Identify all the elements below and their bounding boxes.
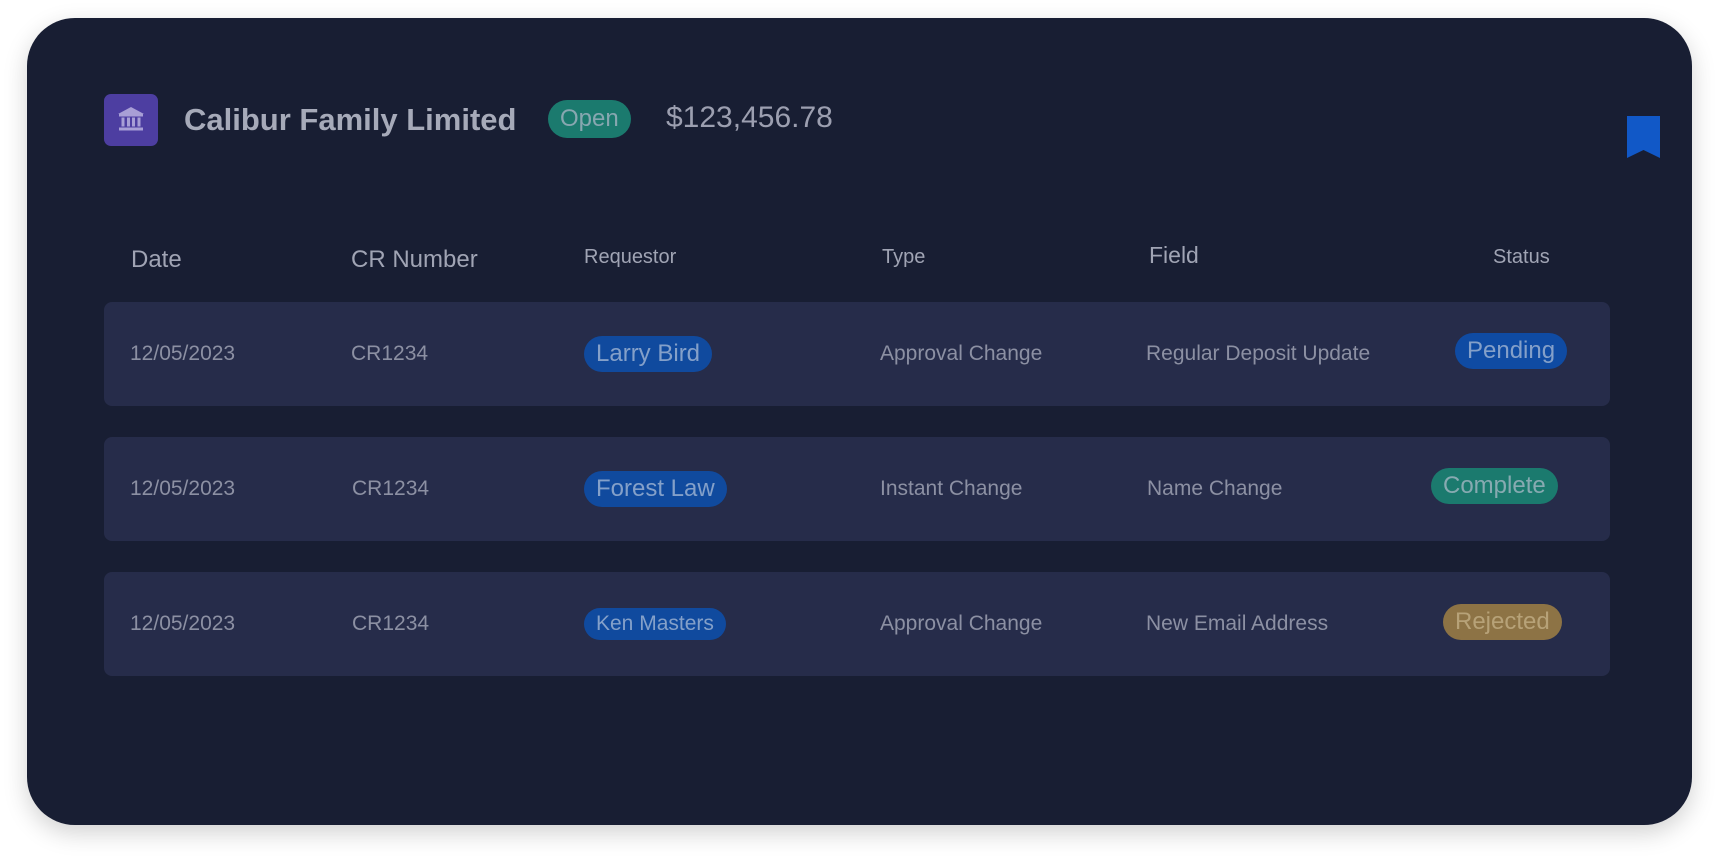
row-date: 12/05/2023: [130, 342, 236, 365]
requestor-chip[interactable]: Ken Masters: [584, 608, 726, 640]
table-row[interactable]: 12/05/2023 CR1234 Larry Bird Approval Ch…: [104, 302, 1610, 406]
account-balance: $123,456.78: [666, 101, 833, 134]
row-field: Regular Deposit Update: [1146, 342, 1371, 365]
account-status-badge: Open: [548, 100, 631, 138]
status-badge-complete: Complete: [1431, 468, 1558, 504]
bank-icon: [104, 94, 158, 146]
table-row[interactable]: 12/05/2023 CR1234 Ken Masters Approval C…: [104, 572, 1610, 676]
row-cr-number: CR1234: [352, 477, 430, 500]
row-field: New Email Address: [1146, 612, 1329, 635]
requestor-chip[interactable]: Forest Law: [584, 471, 727, 507]
card-header: Calibur Family Limited Open $123,456.78: [104, 94, 1692, 158]
row-type: Approval Change: [880, 612, 1043, 635]
row-type: Instant Change: [880, 477, 1023, 500]
status-badge-rejected: Rejected: [1443, 604, 1562, 640]
row-date: 12/05/2023: [130, 612, 236, 635]
account-title: Calibur Family Limited: [184, 102, 517, 137]
bank-icon-glyph: [118, 107, 144, 131]
table-row[interactable]: 12/05/2023 CR1234 Forest Law Instant Cha…: [104, 437, 1610, 541]
bookmark-icon[interactable]: [1627, 116, 1660, 158]
row-field: Name Change: [1147, 477, 1283, 500]
status-badge-pending: Pending: [1455, 333, 1568, 369]
change-request-card: Calibur Family Limited Open $123,456.78: [27, 18, 1692, 825]
row-cr-number: CR1234: [351, 342, 429, 365]
row-type: Approval Change: [880, 342, 1043, 365]
requestor-chip[interactable]: Larry Bird: [584, 336, 713, 372]
row-cr-number: CR1234: [352, 612, 430, 635]
row-date: 12/05/2023: [130, 477, 236, 500]
